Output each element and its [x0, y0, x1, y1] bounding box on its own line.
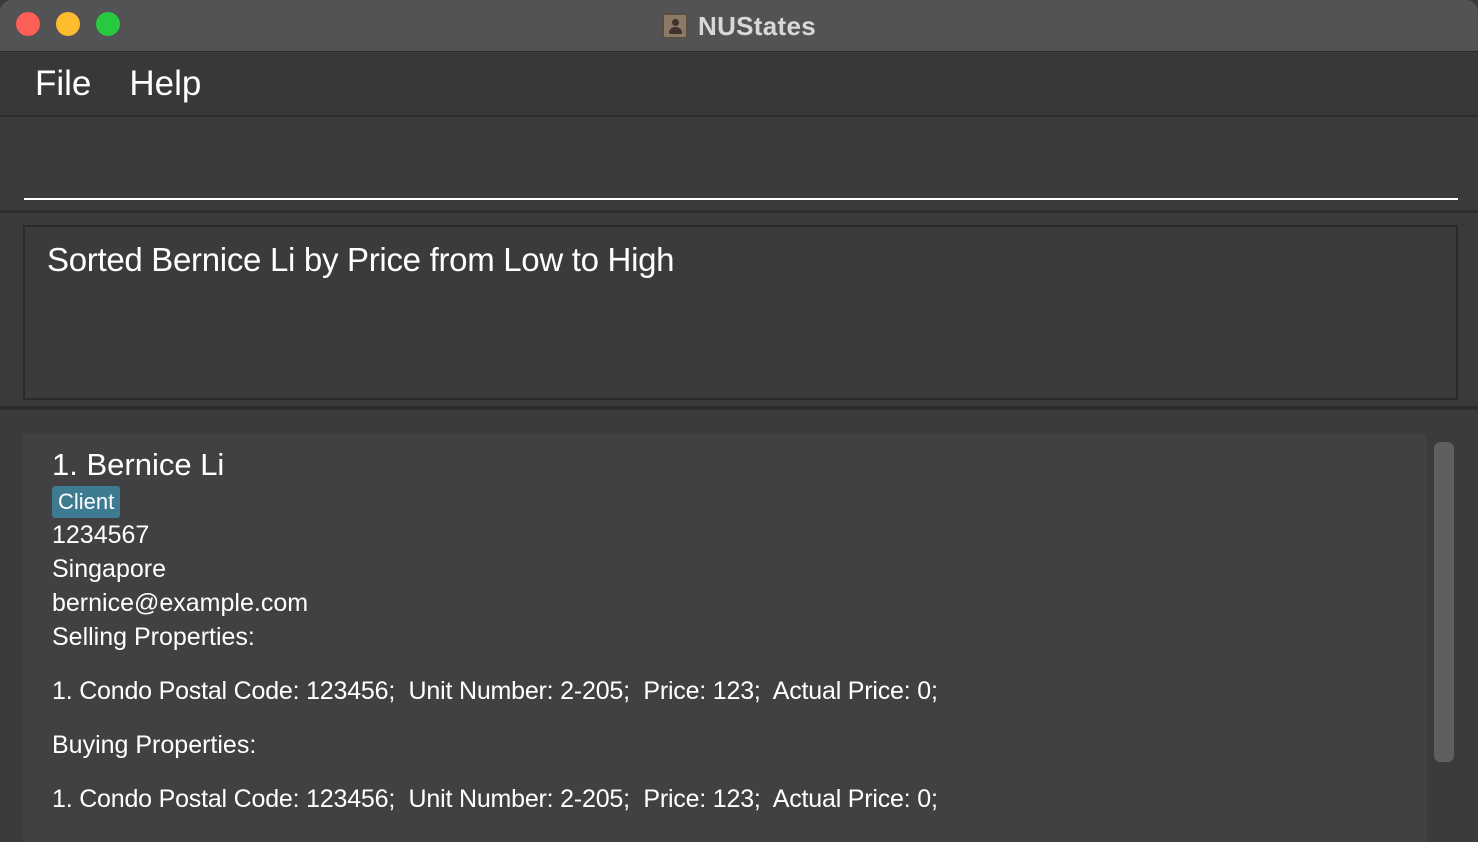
person-list-panel: 1. Bernice Li Client 1234567 Singapore b… [0, 414, 1478, 842]
person-email: bernice@example.com [52, 589, 309, 617]
result-message: Sorted Bernice Li by Price from Low to H… [47, 241, 675, 278]
app-window: NUStates File Help Sorted Bernice Li by … [0, 0, 1478, 842]
selling-properties-label: Selling Properties: [52, 623, 255, 651]
client-tag: Client [52, 486, 121, 518]
result-display-panel: Sorted Bernice Li by Price from Low to H… [0, 216, 1478, 410]
menu-file[interactable]: File [35, 64, 91, 104]
person-phone: 1234567 [52, 521, 150, 549]
command-box-panel [0, 119, 1478, 213]
buying-properties-label: Buying Properties: [52, 731, 257, 759]
app-icon [662, 13, 688, 39]
menu-help[interactable]: Help [129, 64, 201, 104]
person-name: 1. Bernice Li [52, 447, 225, 482]
result-display: Sorted Bernice Li by Price from Low to H… [23, 225, 1458, 400]
selling-property-item: 1. Condo Postal Code: 123456; Unit Numbe… [52, 677, 938, 705]
title-group: NUStates [0, 0, 1478, 52]
person-address: Singapore [52, 555, 166, 583]
person-card[interactable]: 1. Bernice Li Client 1234567 Singapore b… [22, 434, 1427, 842]
window-title: NUStates [698, 10, 816, 41]
command-input[interactable] [24, 119, 1458, 200]
scrollbar-thumb[interactable] [1434, 442, 1454, 762]
buying-property-item: 1. Condo Postal Code: 123456; Unit Numbe… [52, 785, 938, 813]
title-bar: NUStates [0, 0, 1478, 52]
menu-bar: File Help [0, 53, 1478, 117]
